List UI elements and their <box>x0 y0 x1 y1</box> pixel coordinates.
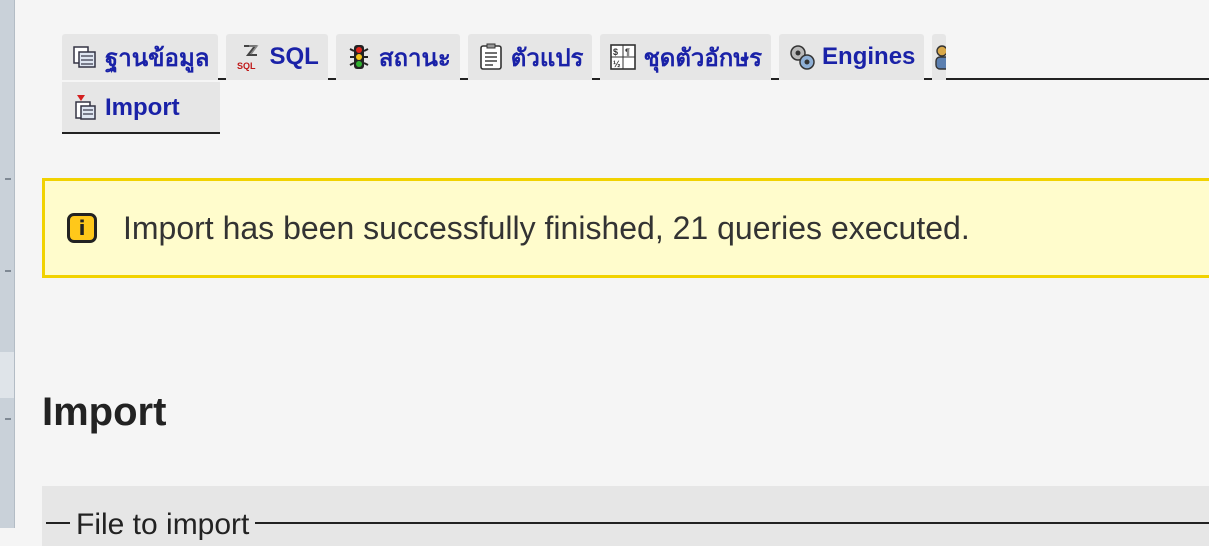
tab-more[interactable] <box>932 34 947 80</box>
tab-status[interactable]: สถานะ <box>335 34 460 80</box>
database-icon <box>73 46 96 68</box>
frame-resize-handle[interactable] <box>0 352 14 398</box>
tab-label: ชุดตัวอักษร <box>643 44 763 72</box>
tab-label: SQL <box>269 43 319 70</box>
tab-label: Engines <box>822 43 916 70</box>
sql-icon: SQL <box>237 45 259 71</box>
frame-tick <box>5 418 11 420</box>
tab-databases[interactable]: ฐานข้อมูล <box>62 34 219 80</box>
tab-label: Import <box>105 94 180 121</box>
notice-text: Import has been successfully finished, 2… <box>123 209 970 246</box>
tab-sql[interactable]: SQL SQL <box>226 34 328 80</box>
success-notice: i Import has been successfully finished,… <box>42 178 1209 278</box>
fieldset-legend: File to import <box>70 508 256 542</box>
charset-icon: $ ¶ ½ <box>610 44 637 70</box>
svg-text:½: ½ <box>613 59 621 69</box>
tab-engines[interactable]: Engines <box>779 34 925 80</box>
svg-text:¶: ¶ <box>625 47 630 57</box>
svg-text:SQL: SQL <box>237 61 256 71</box>
page-title: Import <box>42 390 167 434</box>
more-tab-icon <box>935 45 947 70</box>
info-icon: i <box>67 213 97 243</box>
tab-label: ฐานข้อมูล <box>105 44 210 72</box>
tab-charsets[interactable]: $ ¶ ½ ชุดตัวอักษร <box>600 34 772 80</box>
import-icon <box>75 95 96 120</box>
info-icon-glyph: i <box>78 216 86 240</box>
frame-tick <box>5 178 11 180</box>
tab-label: ตัวแปร <box>510 44 584 72</box>
left-frame <box>0 0 15 528</box>
server-tabs: ฐานข้อมูล SQL SQL สถานะ ตัวแปร $ ¶ ½ ชุด… <box>62 30 1209 80</box>
frame-tick <box>5 270 11 272</box>
engines-icon <box>790 45 815 70</box>
svg-text:$: $ <box>613 47 618 57</box>
variables-icon <box>479 43 502 70</box>
tab-variables[interactable]: ตัวแปร <box>467 34 593 80</box>
status-icon <box>349 45 369 69</box>
tab-label: สถานะ <box>378 44 451 72</box>
tab-import[interactable]: Import <box>62 82 220 134</box>
